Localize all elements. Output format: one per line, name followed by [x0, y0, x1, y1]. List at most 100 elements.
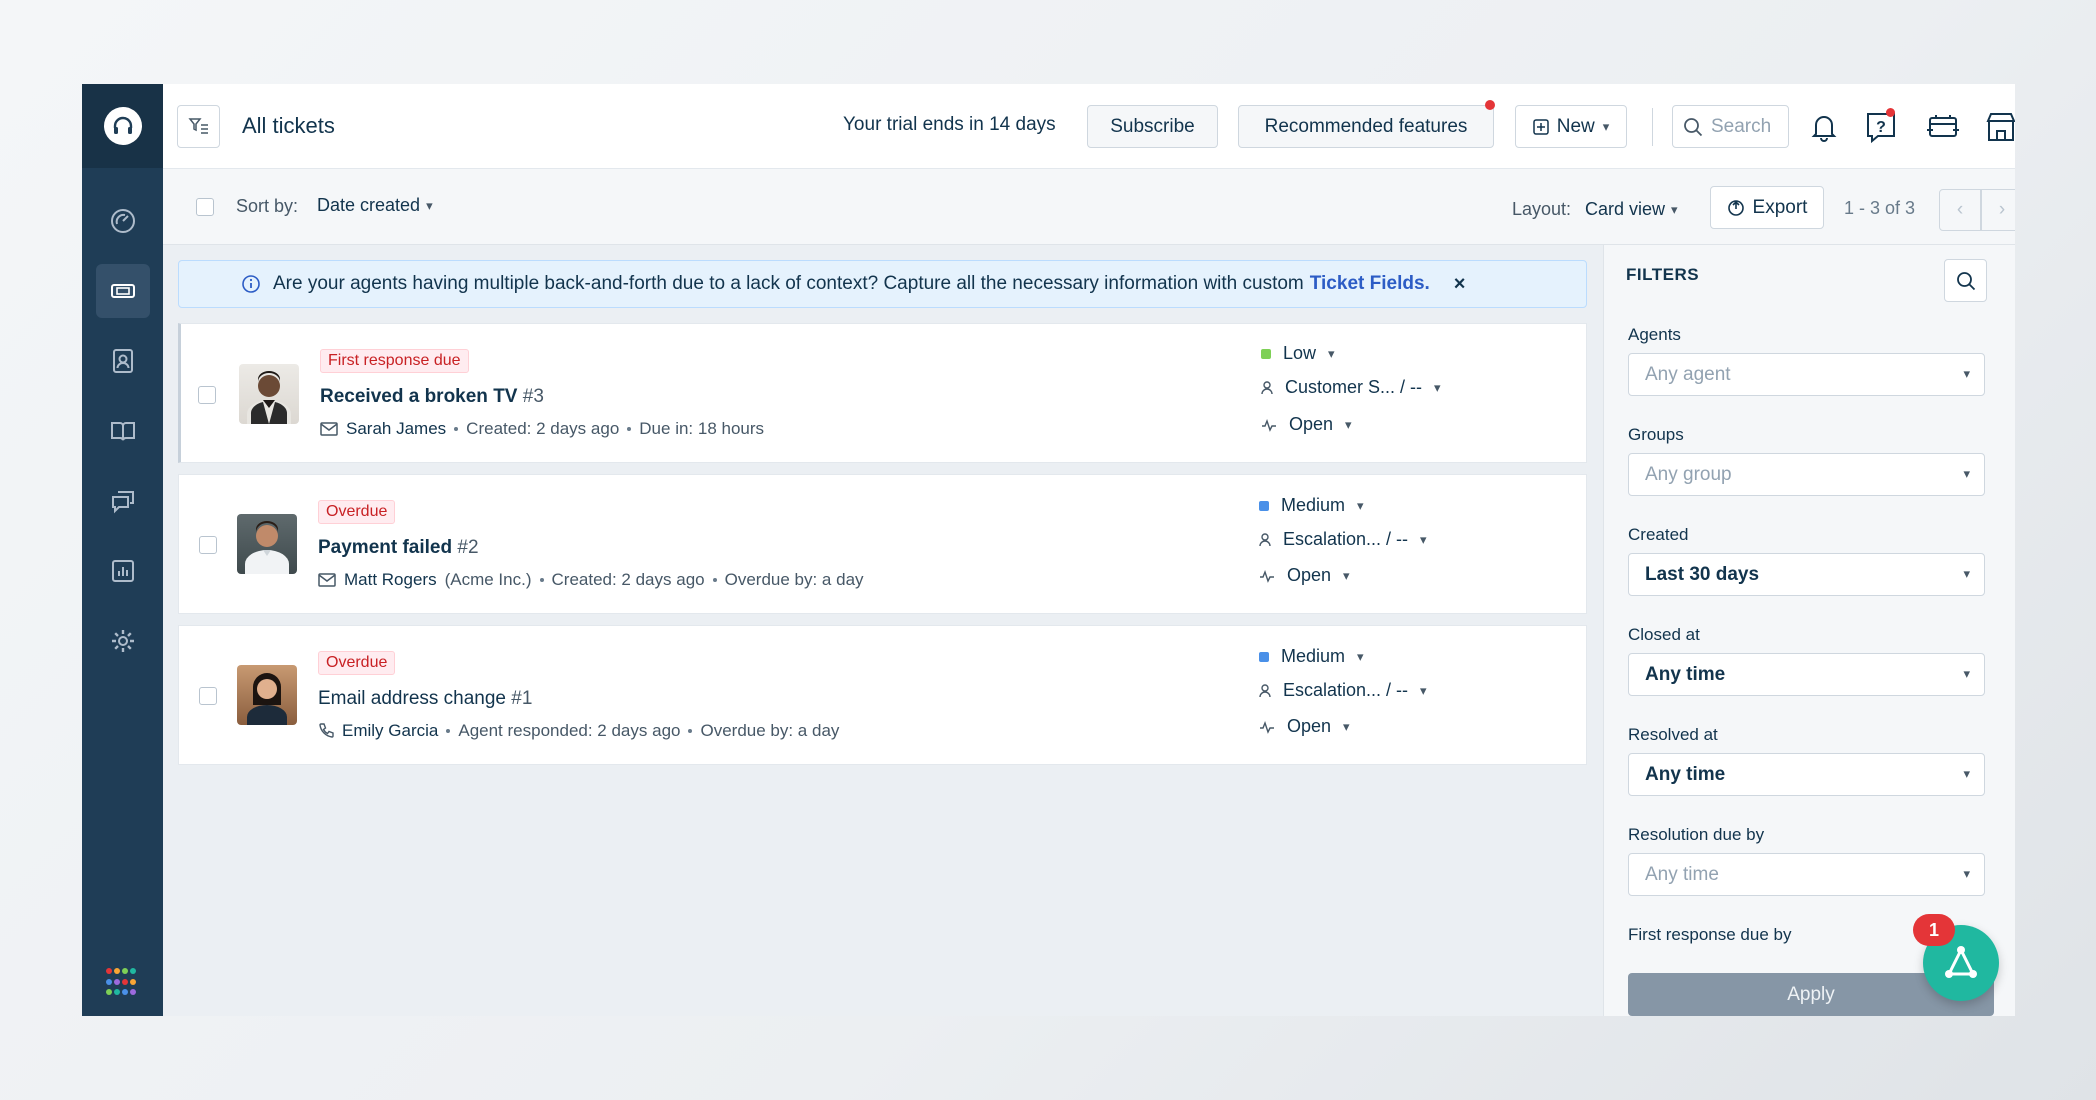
- ticket-subject[interactable]: Received a broken TV #3: [320, 386, 544, 408]
- sidebar-item-admin[interactable]: [96, 614, 150, 668]
- created-label: Created: [1628, 525, 1689, 544]
- sidebar-item-tickets[interactable]: [95, 264, 150, 318]
- priority-dropdown[interactable]: Medium ▾: [1259, 646, 1364, 667]
- agents-select[interactable]: Any agent ▾: [1628, 353, 1985, 396]
- chevron-down-icon: ▾: [1434, 379, 1441, 395]
- subscribe-button[interactable]: Subscribe: [1087, 105, 1218, 148]
- sidebar-item-contacts[interactable]: [96, 334, 150, 388]
- closed-at-select[interactable]: Any time ▾: [1628, 653, 1985, 696]
- plus-square-icon: [1532, 118, 1549, 135]
- book-icon: [110, 422, 135, 441]
- resolution-due-select[interactable]: Any time ▾: [1628, 853, 1985, 896]
- store-icon[interactable]: [1982, 108, 2015, 146]
- chat-bubbles-icon: [111, 491, 134, 514]
- layout-label: Layout:: [1512, 199, 1572, 219]
- ticket-subject[interactable]: Email address change #1: [318, 688, 532, 710]
- chevron-down-icon: ▾: [1963, 466, 1970, 481]
- requester-avatar: [239, 364, 299, 424]
- ticket-fields-link[interactable]: Ticket Fields.: [1310, 273, 1430, 295]
- priority-dropdown[interactable]: Low ▾: [1261, 343, 1335, 364]
- separator-dot: [627, 427, 632, 431]
- assignee-dropdown[interactable]: Escalation... / -- ▾: [1259, 529, 1427, 550]
- chevron-down-icon: ▾: [1343, 567, 1350, 583]
- new-button-label: New: [1556, 115, 1595, 137]
- info-banner: Are your agents having multiple back-and…: [178, 260, 1587, 308]
- envelope-icon: [320, 422, 338, 436]
- priority-dropdown[interactable]: Medium ▾: [1259, 495, 1364, 516]
- ticket-meta: Emily Garcia Agent responded: 2 days ago…: [318, 721, 839, 741]
- ticket-card[interactable]: First response due Received a broken TV …: [178, 323, 1587, 463]
- created-select[interactable]: Last 30 days ▾: [1628, 553, 1985, 596]
- ticket-card[interactable]: Overdue Email address change #1 Emily Ga…: [178, 625, 1587, 765]
- select-all-checkbox[interactable]: [196, 198, 214, 216]
- assignee-dropdown[interactable]: Customer S... / -- ▾: [1261, 377, 1441, 398]
- sidebar-item-solutions[interactable]: [96, 404, 150, 458]
- groups-select-value: Any group: [1645, 463, 1732, 485]
- search-placeholder: Search: [1711, 115, 1772, 137]
- close-icon[interactable]: ×: [1454, 273, 1466, 296]
- sidebar-item-reports[interactable]: [96, 544, 150, 598]
- prev-page-button[interactable]: ‹: [1939, 189, 1981, 231]
- activity-pulse-icon: [1262, 418, 1276, 432]
- group-agent-value: Customer S... / --: [1285, 377, 1423, 397]
- chevron-down-icon: ▾: [1420, 531, 1427, 547]
- new-button[interactable]: New ▾: [1515, 105, 1627, 148]
- ticket-subject[interactable]: Payment failed #2: [318, 537, 479, 559]
- separator-dot: [688, 729, 693, 733]
- separator-dot: [454, 427, 459, 431]
- sort-label: Sort by:: [236, 196, 299, 216]
- due-time: Due in: 18 hours: [639, 419, 765, 438]
- chevron-down-icon: ▾: [1343, 718, 1350, 734]
- separator-dot: [446, 729, 451, 733]
- requester-name[interactable]: Sarah James: [346, 419, 446, 439]
- ticket-number: #2: [457, 537, 479, 558]
- group-agent-value: Escalation... / --: [1283, 529, 1409, 549]
- ticket-checkbox[interactable]: [198, 386, 216, 404]
- marketplace-icon[interactable]: [1924, 108, 1962, 146]
- groups-select[interactable]: Any group ▾: [1628, 453, 1985, 496]
- notifications-bell-icon[interactable]: [1805, 108, 1843, 146]
- priority-indicator: [1259, 500, 1269, 511]
- ticket-icon: [110, 284, 135, 298]
- apps-grid-icon[interactable]: [106, 968, 136, 998]
- filters-panel: FILTERS Agents Any agent ▾ Groups Any gro…: [1603, 245, 2015, 1016]
- chevron-down-icon: ▾: [1420, 682, 1427, 698]
- filter-toggle-button[interactable]: [177, 104, 220, 148]
- status-dropdown[interactable]: Open ▾: [1259, 716, 1350, 737]
- filters-title: FILTERS: [1626, 265, 1700, 284]
- ticket-card[interactable]: Overdue Payment failed #2 Matt Rogers (A…: [178, 474, 1587, 614]
- layout-dropdown[interactable]: Card view ▾: [1585, 199, 1678, 220]
- priority-indicator: [1259, 651, 1269, 662]
- ticket-subject-text: Received a broken TV: [320, 386, 518, 407]
- created-select-value: Last 30 days: [1645, 563, 1760, 585]
- priority-value: Low: [1283, 343, 1317, 363]
- freshdesk-logo[interactable]: [82, 84, 163, 168]
- pagination-text: 1 - 3 of 3: [1844, 198, 1916, 218]
- dashboard-gauge-icon: [110, 209, 135, 233]
- requester-name[interactable]: Emily Garcia: [342, 721, 438, 741]
- activity-pulse-icon: [1260, 569, 1274, 583]
- ticket-checkbox[interactable]: [199, 687, 217, 705]
- assignee-dropdown[interactable]: Escalation... / -- ▾: [1259, 680, 1427, 701]
- status-dropdown[interactable]: Open ▾: [1259, 565, 1350, 586]
- sidebar-item-dashboard[interactable]: [96, 194, 150, 248]
- requester-avatar: [237, 514, 297, 574]
- search-icon: [1956, 271, 1975, 290]
- next-page-button[interactable]: ›: [1981, 189, 2015, 231]
- sla-badge: Overdue: [318, 500, 396, 524]
- content-area: Are your agents having multiple back-and…: [163, 245, 2015, 1016]
- ticket-meta: Sarah James Created: 2 days ago Due in: …: [320, 419, 764, 439]
- sidebar-item-forums[interactable]: [96, 474, 150, 528]
- info-icon: [242, 275, 260, 293]
- resolved-at-select[interactable]: Any time ▾: [1628, 753, 1985, 796]
- ticket-checkbox[interactable]: [199, 536, 217, 554]
- sort-dropdown[interactable]: Date created ▾: [317, 195, 433, 216]
- status-dropdown[interactable]: Open ▾: [1261, 414, 1352, 435]
- recommended-features-button[interactable]: Recommended features: [1238, 105, 1494, 148]
- requester-name[interactable]: Matt Rogers: [344, 570, 437, 590]
- search-button[interactable]: Search: [1672, 105, 1789, 148]
- export-button[interactable]: Export: [1710, 186, 1824, 229]
- filter-list-icon: [187, 118, 208, 134]
- chevron-down-icon: ▾: [1963, 766, 1970, 781]
- filter-search-button[interactable]: [1944, 259, 1987, 302]
